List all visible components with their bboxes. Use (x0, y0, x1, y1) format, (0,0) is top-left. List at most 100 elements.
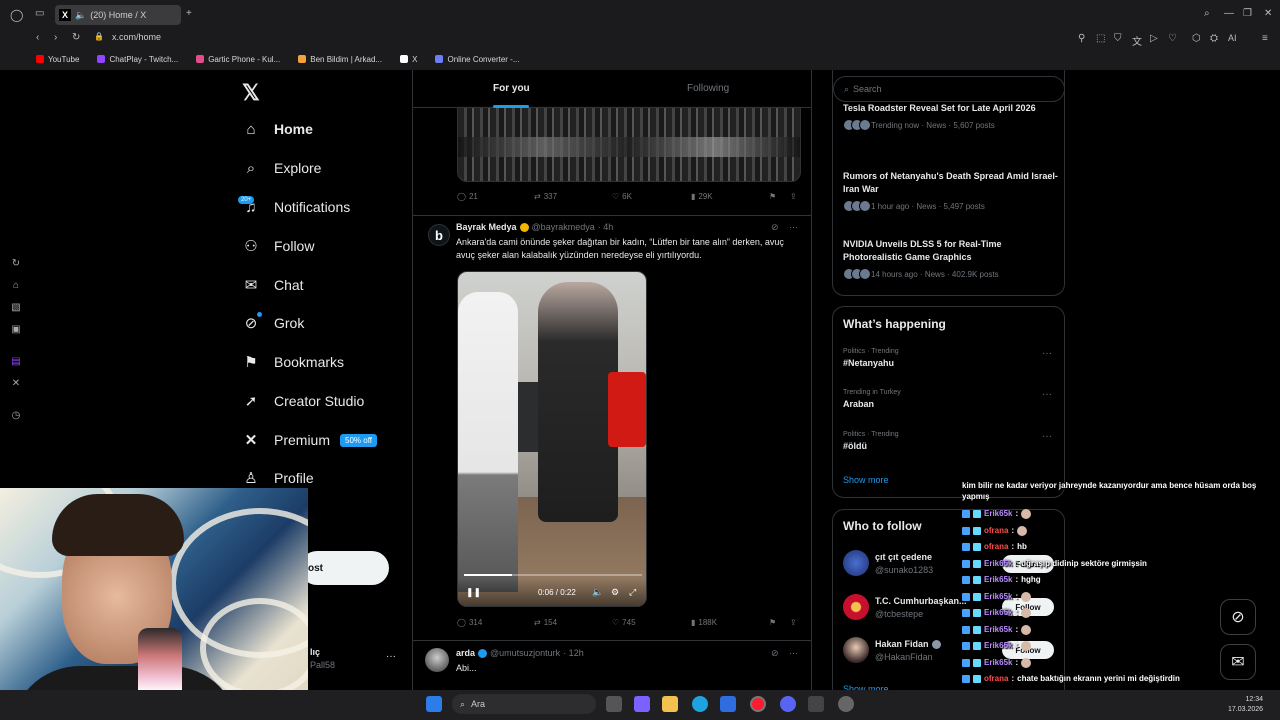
messenger-icon[interactable]: ▣ (10, 324, 22, 336)
tab-for-you[interactable]: For you (493, 83, 530, 94)
nav-bookmarks[interactable]: ⚑ Bookmarks (242, 350, 344, 374)
twitch-icon[interactable]: ▤ (10, 356, 22, 368)
obs-icon[interactable] (838, 696, 854, 712)
tab-following[interactable]: Following (687, 83, 729, 94)
news-item[interactable]: Rumors of Netanyahu's Death Spread Amid … (843, 170, 1058, 212)
tab-switcher-icon[interactable]: ▭ (35, 8, 44, 19)
reload-icon[interactable]: ↻ (72, 32, 80, 43)
post-button[interactable]: ost (300, 551, 389, 585)
post-more-icon[interactable]: ··· (789, 222, 798, 232)
translate-icon[interactable]: 文 (1132, 33, 1142, 48)
avatar[interactable] (425, 648, 449, 672)
show-more-link[interactable]: Show more (843, 475, 889, 485)
like-button[interactable]: ♡ 745 (612, 618, 636, 627)
ai-icon[interactable]: ⌂ (10, 280, 22, 292)
crypto-icon[interactable]: ▧ (10, 302, 22, 314)
post-handle[interactable]: @umutsuzjonturk (490, 648, 560, 658)
bookmark-item[interactable]: Gartic Phone - Kul... (196, 55, 280, 64)
play-icon[interactable]: ▷ (1150, 33, 1158, 44)
previous-post-image[interactable] (457, 106, 801, 182)
file-explorer-icon[interactable] (662, 696, 678, 712)
store-icon[interactable] (720, 696, 736, 712)
nav-follow[interactable]: ⚇ Follow (242, 234, 314, 258)
like-button[interactable]: ♡ 6K (612, 192, 632, 201)
settings-icon[interactable]: ⚙ (611, 587, 619, 598)
account-more-button[interactable]: ··· (386, 651, 396, 662)
avatar[interactable]: b (428, 224, 450, 246)
views-button[interactable]: ▮ 188K (691, 618, 717, 627)
share-button[interactable]: ⇪ (790, 618, 797, 627)
nav-creator-studio[interactable]: ➚ Creator Studio (242, 389, 365, 413)
trend-more-icon[interactable]: ··· (1042, 431, 1052, 442)
news-item[interactable]: NVIDIA Unveils DLSS 5 for Real-Time Phot… (843, 238, 1058, 280)
nav-profile[interactable]: ♙ Profile (242, 466, 313, 490)
windows-start-icon[interactable] (426, 696, 442, 712)
menu-icon[interactable]: ≡ (1262, 33, 1268, 44)
edge-icon[interactable] (692, 696, 708, 712)
bookmark-post-button[interactable]: ⚑ (769, 192, 776, 201)
app-icon[interactable] (808, 696, 824, 712)
history-icon[interactable]: ↻ (10, 258, 22, 270)
post-time[interactable]: · 4h (598, 222, 614, 232)
back-icon[interactable]: ‹ (36, 32, 39, 43)
account-icon[interactable]: ⛭ (1210, 33, 1218, 44)
pause-icon[interactable]: ❚❚ (466, 587, 481, 598)
new-tab-icon[interactable]: + (186, 8, 192, 19)
bookmark-item[interactable]: ChatPlay - Twitch... (97, 55, 178, 64)
forward-icon[interactable]: › (54, 32, 57, 43)
extensions-icon[interactable]: ⬡ (1192, 33, 1201, 44)
post-author[interactable]: arda (456, 648, 475, 658)
nav-chat[interactable]: ✉ Chat (242, 273, 304, 297)
bookmark-item[interactable]: Ben Bildim | Arkad... (298, 55, 382, 64)
nav-notifications[interactable]: ♫ Notifications (242, 195, 350, 219)
opera-logo-icon[interactable]: ◯ (10, 8, 23, 22)
views-button[interactable]: ▮ 29K (691, 192, 713, 201)
post-author[interactable]: Bayrak Medya (456, 222, 517, 232)
video-progress-bar[interactable] (464, 574, 642, 576)
volume-icon[interactable]: 🔈 (592, 587, 603, 598)
task-view-icon[interactable] (606, 696, 622, 712)
minimize-icon[interactable]: — (1224, 8, 1234, 19)
bookmark-item[interactable]: YouTube (36, 55, 79, 64)
shield-icon[interactable]: ⛉ (1114, 33, 1122, 44)
x-logo-icon[interactable]: 𝕏 (242, 80, 260, 106)
x-sidebar-icon[interactable]: ✕ (10, 378, 22, 390)
discord-icon[interactable] (780, 696, 796, 712)
opera-taskbar-icon[interactable] (750, 696, 766, 712)
taskbar-search[interactable]: ⌕ Ara (452, 694, 596, 714)
trend-item[interactable]: Trending in Turkey Araban ··· (843, 389, 1056, 409)
share-button[interactable]: ⇪ (790, 192, 797, 201)
reply-button[interactable]: ◯ 21 (457, 192, 478, 201)
bookmark-post-button[interactable]: ⚑ (769, 618, 776, 627)
pin-icon[interactable]: ⚲ (1078, 33, 1085, 44)
nav-grok[interactable]: ⊘ Grok (242, 311, 305, 335)
maximize-icon[interactable]: ❐ (1243, 8, 1252, 19)
trend-more-icon[interactable]: ··· (1042, 389, 1052, 400)
post-video[interactable]: ❚❚ 0:06 / 0:22 🔈 ⚙ ⤢ (457, 271, 647, 607)
copilot-icon[interactable] (634, 696, 650, 712)
nav-home[interactable]: ⌂ Home (242, 117, 312, 141)
post-time[interactable]: · 12h (563, 648, 584, 658)
bookmark-item[interactable]: Online Converter -... (435, 55, 520, 64)
post-handle[interactable]: @bayrakmedya (532, 222, 595, 232)
repost-button[interactable]: ⇄ 337 (534, 192, 557, 201)
clock-icon[interactable]: ◷ (10, 410, 22, 422)
close-icon[interactable]: ✕ (1264, 8, 1272, 19)
bookmark-item[interactable]: X (400, 55, 417, 64)
address-bar[interactable]: x.com/home (112, 32, 161, 42)
reply-button[interactable]: ◯ 314 (457, 618, 482, 627)
search-icon[interactable]: ⌕ (1204, 8, 1210, 19)
snapshot-icon[interactable]: ⬚ (1096, 33, 1105, 44)
fullscreen-icon[interactable]: ⤢ (629, 587, 636, 598)
news-item[interactable]: Tesla Roadster Reveal Set for Late April… (843, 102, 1058, 131)
post-more-icon[interactable]: ··· (789, 648, 798, 658)
nav-premium[interactable]: ✕ Premium 50% off (242, 428, 377, 452)
grok-post-icon[interactable]: ⊘ (771, 222, 779, 233)
trend-more-icon[interactable]: ··· (1042, 348, 1052, 359)
browser-tab-active[interactable]: X 🔈 (20) Home / X (55, 5, 181, 25)
heart-icon[interactable]: ♡ (1168, 33, 1177, 44)
search-input[interactable]: ⌕ Search (833, 76, 1065, 102)
nav-explore[interactable]: ⌕ Explore (242, 156, 322, 180)
account-name[interactable]: lıç (310, 647, 320, 657)
repost-button[interactable]: ⇄ 154 (534, 618, 557, 627)
